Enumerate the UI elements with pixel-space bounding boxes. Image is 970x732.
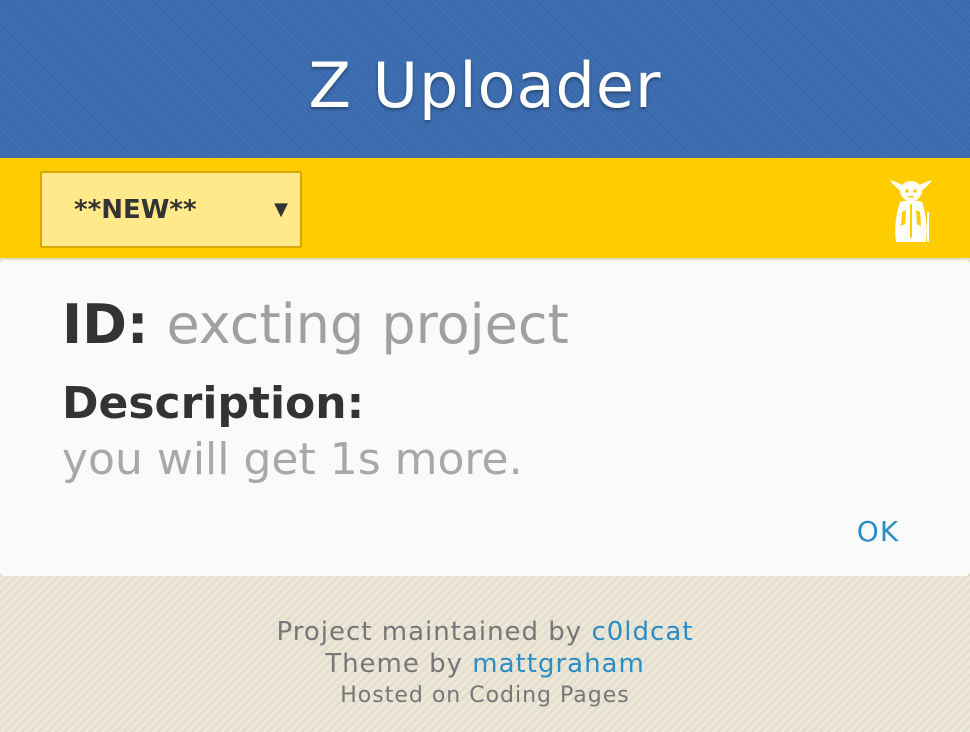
maintainer-link[interactable]: c0ldcat [591,617,693,647]
theme-author-link[interactable]: mattgraham [472,649,645,679]
page-footer: Project maintained by c0ldcat Theme by m… [0,576,970,732]
project-select[interactable]: **NEW** ▼ [40,171,302,248]
footer-maintained-prefix: Project maintained by [276,617,583,647]
footer-theme-prefix: Theme by [325,649,464,679]
footer-theme-line: Theme by mattgraham [0,648,970,680]
project-id-value: excting project [166,293,569,356]
project-id-row: ID: excting project [62,292,569,371]
project-description-label: Description: [62,378,365,429]
footer-hosted-text: Hosted on Coding Pages [340,683,630,708]
chevron-down-icon: ▼ [274,199,288,220]
app-header: Z Uploader [0,0,970,158]
project-description-value: you will get 1s more. [62,434,523,485]
toolbar: **NEW** ▼ [0,158,970,258]
project-card: ID: excting project Description: you will… [0,260,970,576]
app-title: Z Uploader [308,49,662,122]
project-id-label: ID: [62,293,149,356]
ok-button[interactable]: OK [846,512,910,552]
yoda-icon[interactable] [886,172,936,244]
project-select-value: **NEW** [74,195,197,225]
footer-maintainer-line: Project maintained by c0ldcat [0,616,970,648]
